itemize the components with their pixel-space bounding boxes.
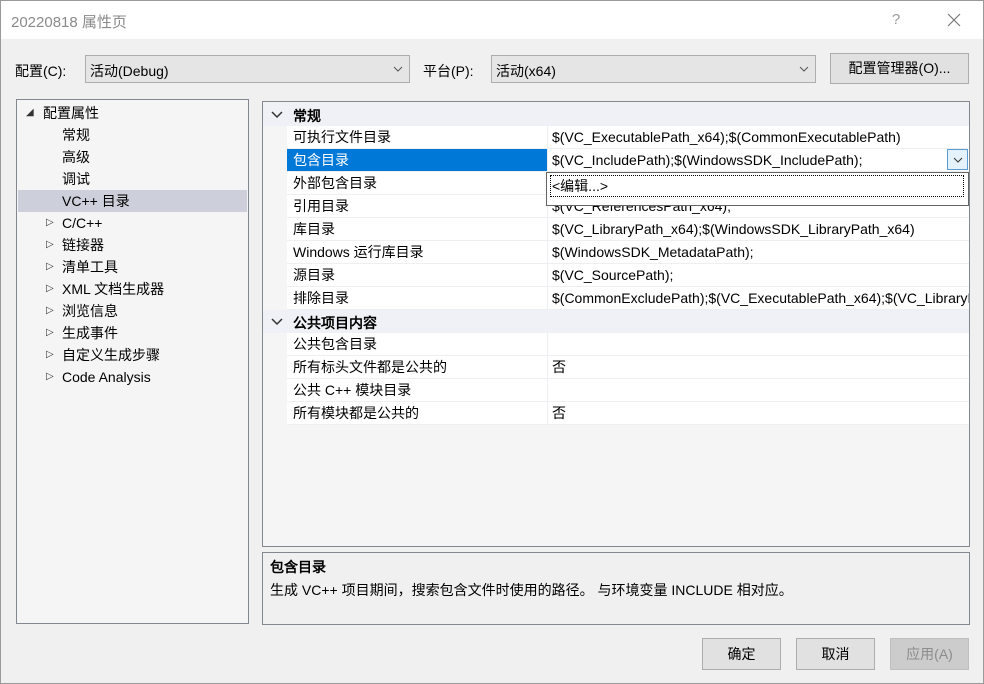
close-icon — [947, 13, 961, 27]
description-text: 生成 VC++ 项目期间，搜索包含文件时使用的路径。 与环境变量 INCLUDE… — [270, 582, 793, 598]
tree-root-config-properties[interactable]: ◢ 配置属性 — [18, 102, 247, 124]
property-value[interactable]: $(VC_ExecutablePath_x64);$(CommonExecuta… — [549, 126, 969, 148]
tree-item-browse-information[interactable]: ▷ 浏览信息 — [18, 300, 247, 322]
expanded-triangle-icon[interactable]: ◢ — [26, 102, 34, 124]
cancel-button[interactable]: 取消 — [796, 638, 875, 670]
property-value[interactable]: $(VC_SourcePath); — [549, 264, 969, 286]
property-value[interactable]: $(CommonExcludePath);$(VC_ExecutablePath… — [549, 287, 969, 309]
tree-item-custom-build-step[interactable]: ▷ 自定义生成步骤 — [18, 344, 247, 366]
description-panel: 包含目录 生成 VC++ 项目期间，搜索包含文件时使用的路径。 与环境变量 IN… — [262, 552, 970, 625]
collapsed-triangle-icon[interactable]: ▷ — [46, 234, 54, 256]
property-row-include-directories[interactable]: 包含目录 $(VC_IncludePath);$(WindowsSDK_Incl… — [287, 149, 969, 172]
tree-item-general[interactable]: 常规 — [18, 124, 247, 146]
config-label: 配置(C): — [15, 63, 67, 79]
tree-item-build-events[interactable]: ▷ 生成事件 — [18, 322, 247, 344]
collapsed-triangle-icon[interactable]: ▷ — [46, 344, 54, 366]
tree-item-advanced[interactable]: 高级 — [18, 146, 247, 168]
property-row-windows-runtime-directories[interactable]: Windows 运行库目录 $(WindowsSDK_MetadataPath)… — [287, 241, 969, 264]
category-general[interactable]: 常规 — [263, 103, 969, 126]
config-select-value: 活动(Debug) — [90, 63, 169, 79]
property-value[interactable]: $(VC_LibraryPath_x64);$(WindowsSDK_Libra… — [549, 218, 969, 240]
property-row-public-include-directories[interactable]: 公共包含目录 — [287, 333, 969, 356]
property-value[interactable] — [549, 333, 969, 355]
help-button[interactable]: ? — [885, 9, 907, 31]
property-row-library-directories[interactable]: 库目录 $(VC_LibraryPath_x64);$(WindowsSDK_L… — [287, 218, 969, 241]
config-select[interactable]: 活动(Debug) — [85, 55, 410, 83]
property-row-exclude-directories[interactable]: 排除目录 $(CommonExcludePath);$(VC_Executabl… — [287, 287, 969, 310]
tree-item-debugging[interactable]: 调试 — [18, 168, 247, 190]
property-value[interactable]: 否 — [549, 402, 969, 424]
property-row-all-modules-public[interactable]: 所有模块都是公共的 否 — [287, 402, 969, 425]
dropdown-option-edit[interactable]: <编辑...> — [550, 175, 964, 197]
property-pages-dialog: 20220818 属性页 ? 配置(C): 活动(Debug) 平台(P): 活… — [0, 0, 984, 684]
platform-select[interactable]: 活动(x64) — [491, 55, 816, 83]
collapsed-triangle-icon[interactable]: ▷ — [46, 366, 54, 388]
property-grid: 常规 可执行文件目录 $(VC_ExecutablePath_x64);$(Co… — [262, 101, 970, 547]
description-title: 包含目录 — [270, 559, 326, 575]
chevron-down-icon[interactable] — [271, 110, 283, 120]
collapsed-triangle-icon[interactable]: ▷ — [46, 278, 54, 300]
window-title: 20220818 属性页 — [11, 14, 127, 31]
category-tree: ◢ 配置属性 常规 高级 调试 VC++ 目录 ▷ C/C++ ▷ 链接器 ▷ … — [16, 99, 249, 624]
tree-item-linker[interactable]: ▷ 链接器 — [18, 234, 247, 256]
tree-item-manifest-tool[interactable]: ▷ 清单工具 — [18, 256, 247, 278]
tree-item-vc-directories[interactable]: VC++ 目录 — [18, 190, 247, 212]
property-row-source-directories[interactable]: 源目录 $(VC_SourcePath); — [287, 264, 969, 287]
collapsed-triangle-icon[interactable]: ▷ — [46, 300, 54, 322]
tree-item-xml-doc-generator[interactable]: ▷ XML 文档生成器 — [18, 278, 247, 300]
close-button[interactable] — [939, 7, 969, 33]
property-row-public-cpp-module-directories[interactable]: 公共 C++ 模块目录 — [287, 379, 969, 402]
collapsed-triangle-icon[interactable]: ▷ — [46, 256, 54, 278]
property-row-executable-directories[interactable]: 可执行文件目录 $(VC_ExecutablePath_x64);$(Commo… — [287, 126, 969, 149]
title-bar: 20220818 属性页 ? — [1, 1, 983, 39]
config-manager-button[interactable]: 配置管理器(O)... — [830, 53, 969, 84]
tree-item-c-cpp[interactable]: ▷ C/C++ — [18, 212, 247, 234]
collapsed-triangle-icon[interactable]: ▷ — [46, 322, 54, 344]
platform-label: 平台(P): — [423, 63, 474, 79]
collapsed-triangle-icon[interactable]: ▷ — [46, 212, 54, 234]
value-dropdown-list: <编辑...> — [546, 172, 969, 206]
chevron-down-icon — [393, 66, 403, 72]
property-row-all-headers-public[interactable]: 所有标头文件都是公共的 否 — [287, 356, 969, 379]
ok-button[interactable]: 确定 — [702, 638, 781, 670]
property-value-editor[interactable]: $(VC_IncludePath);$(WindowsSDK_IncludePa… — [549, 149, 969, 171]
value-dropdown-button[interactable] — [947, 149, 968, 170]
property-value[interactable]: $(WindowsSDK_MetadataPath); — [549, 241, 969, 263]
platform-select-value: 活动(x64) — [496, 63, 556, 79]
category-public-project-content[interactable]: 公共项目内容 — [263, 310, 969, 333]
apply-button[interactable]: 应用(A) — [890, 638, 969, 670]
property-value[interactable]: 否 — [549, 356, 969, 378]
chevron-down-icon[interactable] — [271, 317, 283, 327]
tree-item-code-analysis[interactable]: ▷ Code Analysis — [18, 366, 247, 388]
chevron-down-icon — [799, 66, 809, 72]
property-value[interactable] — [549, 379, 969, 401]
chevron-down-icon — [953, 157, 963, 163]
